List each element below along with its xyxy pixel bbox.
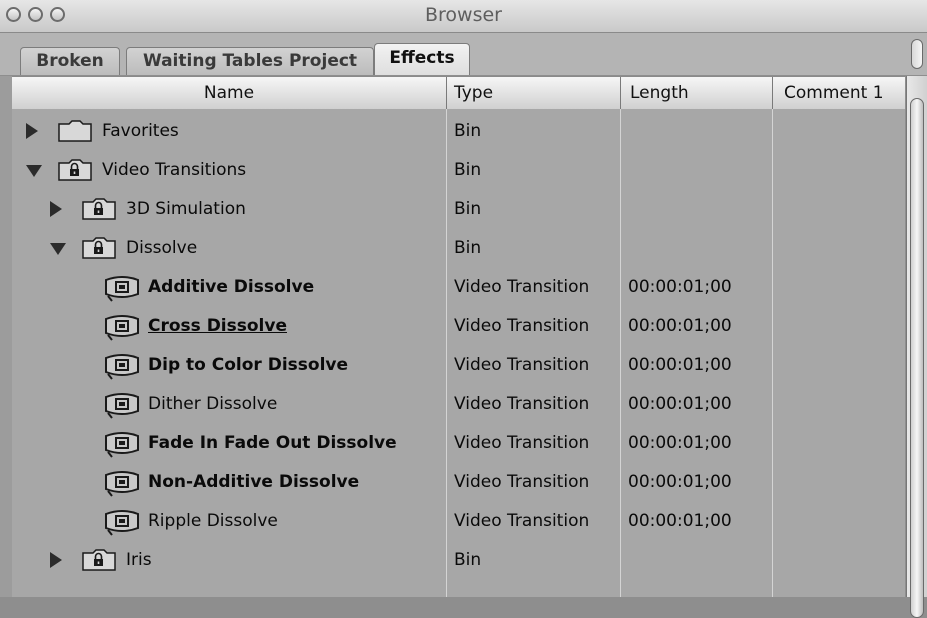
list-row-video-transitions[interactable]: Video Transitions Bin (12, 151, 905, 191)
vertical-scrollbar[interactable] (906, 76, 927, 618)
tab-overflow-handle[interactable] (911, 39, 923, 69)
item-name: Dither Dissolve (148, 394, 278, 414)
list-row-favorites[interactable]: Favorites Bin (12, 112, 905, 152)
item-name: 3D Simulation (126, 199, 246, 219)
item-name: Non-Additive Dissolve (148, 472, 360, 492)
column-divider[interactable] (446, 77, 447, 109)
item-name: Favorites (102, 121, 179, 141)
tab-waiting-tables-project[interactable]: Waiting Tables Project (126, 47, 374, 75)
browser-list: Favorites Bin Video Transitions Bin 3D Simul… (12, 109, 905, 597)
scrollbar-thumb[interactable] (910, 98, 924, 618)
locked-bin-icon (82, 237, 116, 263)
list-row-fade-in-fade-out-dissolve[interactable]: Fade In Fade Out Dissolve Video Transitio… (12, 424, 905, 464)
item-type: Video Transition (454, 355, 590, 375)
disclosure-triangle-down-icon[interactable] (50, 243, 66, 255)
disclosure-triangle-right-icon[interactable] (50, 201, 62, 217)
item-name: Cross Dissolve (148, 316, 287, 336)
list-row-additive-dissolve[interactable]: Additive Dissolve Video Transition 00:00:0… (12, 268, 905, 308)
tab-strip: Broken Waiting Tables Project Effects (0, 33, 927, 75)
item-name: Additive Dissolve (148, 277, 315, 297)
list-row-cross-dissolve[interactable]: Cross Dissolve Video Transition 00:00:01;0… (12, 307, 905, 347)
list-row-dither-dissolve[interactable]: Dither Dissolve Video Transition 00:00:01;… (12, 385, 905, 425)
item-length: 00:00:01;00 (628, 433, 732, 453)
tab-effects[interactable]: Effects (374, 43, 470, 75)
item-type: Bin (454, 121, 482, 141)
list-row-dissolve[interactable]: Dissolve Bin (12, 229, 905, 269)
item-type: Video Transition (454, 316, 590, 336)
item-type: Bin (454, 238, 482, 258)
list-row-non-additive-dissolve[interactable]: Non-Additive Dissolve Video Transition 00:… (12, 463, 905, 503)
item-length: 00:00:01;00 (628, 316, 732, 336)
bin-folder-icon (58, 120, 92, 146)
disclosure-triangle-right-icon[interactable] (50, 552, 62, 568)
item-type: Video Transition (454, 394, 590, 414)
column-header-row: Name Type Length Comment 1 (12, 76, 905, 110)
column-divider[interactable] (772, 77, 773, 109)
item-type: Bin (454, 160, 482, 180)
column-divider[interactable] (620, 77, 621, 109)
item-length: 00:00:01;00 (628, 394, 732, 414)
column-header-comment-1[interactable]: Comment 1 (784, 77, 904, 109)
tab-broken[interactable]: Broken (20, 47, 120, 75)
item-type: Video Transition (454, 511, 590, 531)
video-transition-icon (104, 313, 140, 345)
list-row-dip-to-color-dissolve[interactable]: Dip to Color Dissolve Video Transition 00:… (12, 346, 905, 386)
title-bar: Browser (0, 0, 927, 33)
disclosure-triangle-right-icon[interactable] (26, 123, 38, 139)
item-name: Dip to Color Dissolve (148, 355, 349, 375)
list-row-ripple-dissolve[interactable]: Ripple Dissolve Video Transition 00:00:01;… (12, 502, 905, 542)
video-transition-icon (104, 391, 140, 423)
item-name: Fade In Fade Out Dissolve (148, 433, 397, 453)
window-title: Browser (425, 4, 502, 26)
column-header-name[interactable]: Name (12, 77, 446, 109)
item-type: Video Transition (454, 277, 590, 297)
locked-bin-icon (82, 549, 116, 575)
disclosure-triangle-down-icon[interactable] (26, 165, 42, 177)
item-length: 00:00:01;00 (628, 511, 732, 531)
locked-bin-icon (82, 198, 116, 224)
column-header-length[interactable]: Length (630, 77, 770, 109)
item-type: Bin (454, 199, 482, 219)
list-row-3d-simulation[interactable]: 3D Simulation Bin (12, 190, 905, 230)
item-length: 00:00:01;00 (628, 277, 732, 297)
list-row-iris[interactable]: Iris Bin (12, 541, 905, 581)
video-transition-icon (104, 469, 140, 501)
item-name: Dissolve (126, 238, 198, 258)
item-name: Ripple Dissolve (148, 511, 278, 531)
scroll-top-cap (906, 33, 927, 75)
video-transition-icon (104, 352, 140, 384)
item-type: Video Transition (454, 433, 590, 453)
item-type: Video Transition (454, 472, 590, 492)
item-length: 00:00:01;00 (628, 472, 732, 492)
item-length: 00:00:01;00 (628, 355, 732, 375)
locked-bin-icon (58, 159, 92, 185)
video-transition-icon (104, 274, 140, 306)
item-name: Iris (126, 550, 152, 570)
video-transition-icon (104, 430, 140, 462)
video-transition-icon (104, 508, 140, 540)
item-name: Video Transitions (102, 160, 247, 180)
item-type: Bin (454, 550, 482, 570)
column-header-type[interactable]: Type (454, 77, 614, 109)
